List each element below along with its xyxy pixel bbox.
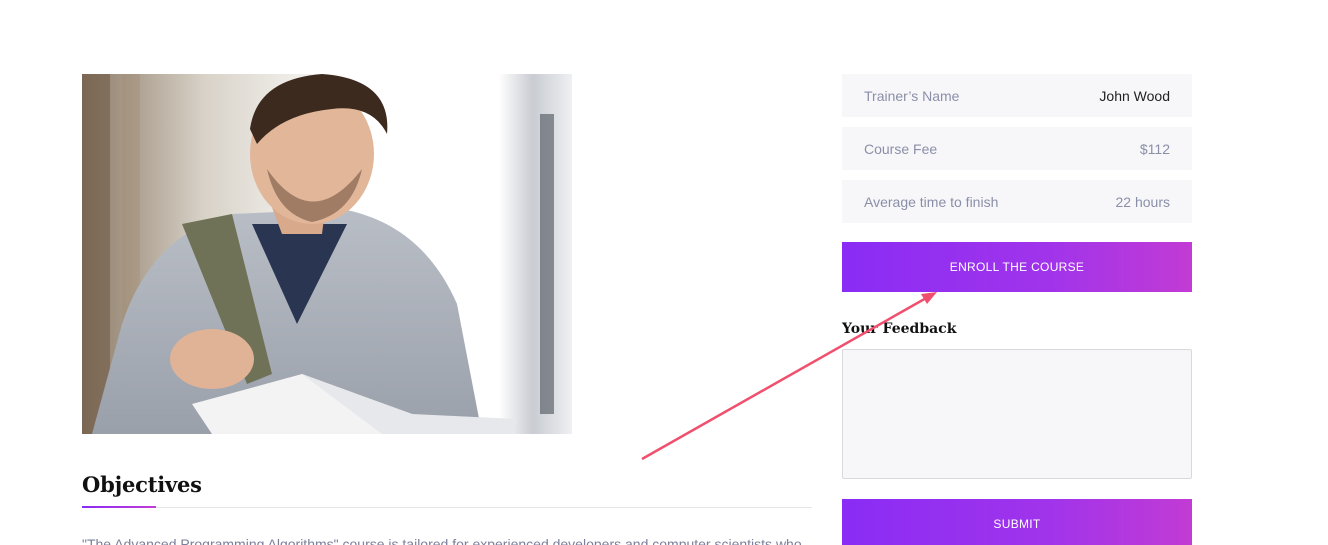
- info-value: John Wood: [1099, 87, 1170, 104]
- submit-button[interactable]: SUBMIT: [842, 499, 1192, 545]
- feedback-textarea[interactable]: [842, 349, 1192, 479]
- feedback-label: Your Feedback: [842, 321, 957, 337]
- info-row-trainer: Trainer’s Name John Wood: [842, 74, 1192, 117]
- student-photo: [82, 74, 572, 434]
- annotation-arrow-head: [921, 292, 937, 304]
- course-image: [82, 74, 572, 434]
- objectives-title: Objectives: [82, 472, 202, 497]
- info-label: Course Fee: [864, 140, 938, 157]
- objectives-divider-accent: [82, 506, 156, 508]
- objectives-divider: [82, 506, 812, 508]
- info-label: Trainer’s Name: [864, 87, 960, 104]
- info-value: $112: [1139, 140, 1170, 157]
- objectives-section: Objectives "The Advanced Programming Alg…: [82, 472, 812, 545]
- info-value: 22 hours: [1115, 193, 1170, 210]
- enroll-course-button[interactable]: ENROLL THE COURSE: [842, 242, 1192, 292]
- info-row-duration: Average time to finish 22 hours: [842, 180, 1192, 223]
- objectives-text: "The Advanced Programming Algorithms" co…: [82, 536, 802, 545]
- course-info-list: Trainer’s Name John Wood Course Fee $112…: [842, 74, 1192, 233]
- info-label: Average time to finish: [864, 193, 999, 210]
- info-row-fee: Course Fee $112: [842, 127, 1192, 170]
